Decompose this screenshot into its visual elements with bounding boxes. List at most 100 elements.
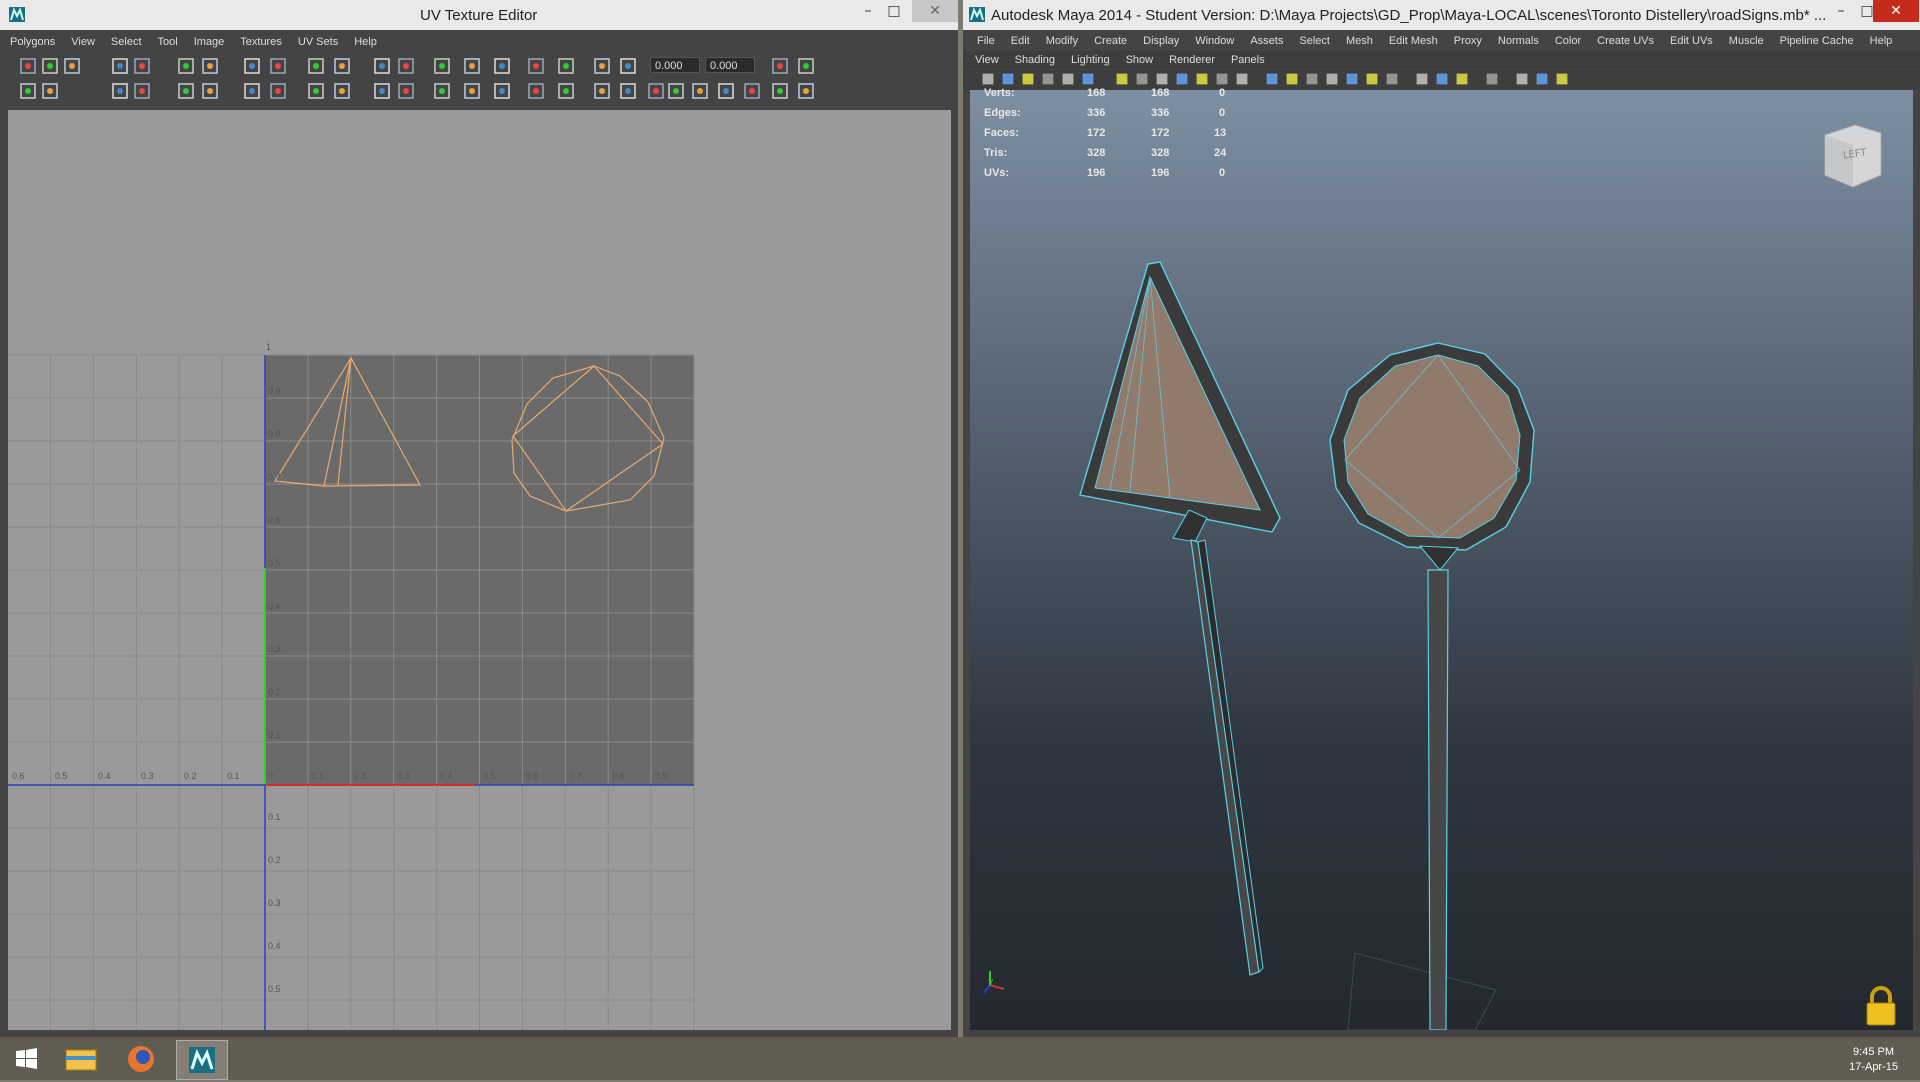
close-button[interactable]: ✕ [1873, 0, 1919, 22]
uv-tool-icon[interactable] [492, 81, 512, 101]
uv-tool-icon[interactable] [646, 81, 666, 101]
uv-tool-icon[interactable] [200, 56, 220, 76]
panel-tool-icon[interactable] [1059, 70, 1077, 88]
panel-tool-icon[interactable] [1553, 70, 1571, 88]
menu-help[interactable]: Help [1862, 32, 1901, 50]
uv-tool-icon[interactable] [242, 81, 262, 101]
panel-tool-icon[interactable] [1433, 70, 1451, 88]
uv-tool-icon[interactable] [462, 56, 482, 76]
uv-tool-icon[interactable] [110, 56, 130, 76]
panel-menu-show[interactable]: Show [1118, 51, 1162, 69]
uv-tool-icon[interactable] [556, 81, 576, 101]
panel-tool-icon[interactable] [1019, 70, 1037, 88]
panel-tool-icon[interactable] [1113, 70, 1131, 88]
menu-image[interactable]: Image [186, 33, 233, 51]
panel-tool-icon[interactable] [1383, 70, 1401, 88]
uv-tool-icon[interactable] [526, 56, 546, 76]
menu-polygons[interactable]: Polygons [0, 33, 63, 51]
menu-pipeline-cache[interactable]: Pipeline Cache [1772, 32, 1862, 50]
close-button[interactable]: ✕ [912, 0, 958, 22]
menu-tool[interactable]: Tool [150, 33, 186, 51]
menu-view[interactable]: View [63, 33, 103, 51]
panel-tool-icon[interactable] [1173, 70, 1191, 88]
panel-tool-icon[interactable] [1263, 70, 1281, 88]
menu-select[interactable]: Select [103, 33, 150, 51]
panel-tool-icon[interactable] [1193, 70, 1211, 88]
panel-tool-icon[interactable] [1133, 70, 1151, 88]
panel-tool-icon[interactable] [1323, 70, 1341, 88]
uv-tool-icon[interactable] [176, 81, 196, 101]
uv-tool-icon[interactable] [268, 81, 288, 101]
uv-tool-icon[interactable] [492, 56, 512, 76]
uv-tool-icon[interactable] [132, 81, 152, 101]
maya-taskbar-button[interactable] [176, 1040, 228, 1080]
uv-tool-icon[interactable] [592, 81, 612, 101]
panel-tool-icon[interactable] [1363, 70, 1381, 88]
panel-tool-icon[interactable] [1283, 70, 1301, 88]
uv-tool-icon[interactable] [40, 81, 60, 101]
uv-tool-icon[interactable] [306, 81, 326, 101]
panel-tool-icon[interactable] [1153, 70, 1171, 88]
file-explorer-icon[interactable] [56, 1040, 106, 1078]
uv-tool-icon[interactable] [796, 81, 816, 101]
menu-display[interactable]: Display [1135, 32, 1187, 50]
panel-tool-icon[interactable] [1413, 70, 1431, 88]
menu-normals[interactable]: Normals [1490, 32, 1547, 50]
menu-window[interactable]: Window [1187, 32, 1242, 50]
uv-tool-icon[interactable] [268, 56, 288, 76]
menu-create[interactable]: Create [1086, 32, 1135, 50]
uv-tool-icon[interactable] [372, 81, 392, 101]
uv-tool-icon[interactable] [432, 56, 452, 76]
uv-tool-icon[interactable] [40, 56, 60, 76]
uv-tool-icon[interactable] [242, 56, 262, 76]
panel-tool-icon[interactable] [1039, 70, 1057, 88]
maximize-button[interactable]: □ [878, 0, 910, 22]
u-coordinate-field[interactable]: 0.000 [650, 57, 700, 73]
menu-mesh[interactable]: Mesh [1338, 32, 1381, 50]
uv-tool-icon[interactable] [62, 56, 82, 76]
menu-uv-sets[interactable]: UV Sets [290, 33, 346, 51]
uv-tool-icon[interactable] [432, 81, 452, 101]
menu-textures[interactable]: Textures [232, 33, 290, 51]
uv-tool-icon[interactable] [18, 81, 38, 101]
uv-editor-titlebar[interactable]: UV Texture Editor – □ ✕ [0, 0, 958, 30]
perspective-viewport[interactable]: LEFT y Verts: 168 168 0 Edges: 336 336 0 Faces… [970, 87, 1913, 1030]
uv-tool-icon[interactable] [462, 81, 482, 101]
menu-modify[interactable]: Modify [1038, 32, 1086, 50]
uv-tool-icon[interactable] [396, 81, 416, 101]
menu-create-uvs[interactable]: Create UVs [1589, 32, 1662, 50]
v-coordinate-field[interactable]: 0.000 [705, 57, 755, 73]
uv-tool-icon[interactable] [666, 81, 686, 101]
panel-tool-icon[interactable] [1303, 70, 1321, 88]
uv-tool-icon[interactable] [592, 56, 612, 76]
system-clock[interactable]: 9:45 PM 17-Apr-15 [1849, 1045, 1898, 1075]
uv-tool-icon[interactable] [18, 56, 38, 76]
panel-tool-icon[interactable] [979, 70, 997, 88]
uv-tool-icon[interactable] [132, 56, 152, 76]
uv-tool-icon[interactable] [200, 81, 220, 101]
menu-color[interactable]: Color [1547, 32, 1589, 50]
windows-start-icon[interactable] [2, 1040, 52, 1078]
panel-tool-icon[interactable] [1483, 70, 1501, 88]
uv-tool-icon[interactable] [796, 56, 816, 76]
uv-tool-icon[interactable] [396, 56, 416, 76]
panel-tool-icon[interactable] [1079, 70, 1097, 88]
menu-file[interactable]: File [963, 32, 1003, 50]
uv-tool-icon[interactable] [556, 56, 576, 76]
uv-tool-icon[interactable] [690, 81, 710, 101]
uv-viewport[interactable]: 1 0.9 0.8 0.7 0.6 0.5 0.4 0.3 0.2 0.1 0.6 0.5 0.4 0.3… [8, 110, 951, 1030]
panel-tool-icon[interactable] [1533, 70, 1551, 88]
menu-edit[interactable]: Edit [1003, 32, 1038, 50]
uv-tool-icon[interactable] [526, 81, 546, 101]
menu-select[interactable]: Select [1291, 32, 1338, 50]
panel-tool-icon[interactable] [999, 70, 1017, 88]
uv-tool-icon[interactable] [770, 56, 790, 76]
uv-tool-icon[interactable] [372, 56, 392, 76]
menu-edit-uvs[interactable]: Edit UVs [1662, 32, 1721, 50]
uv-tool-icon[interactable] [110, 81, 130, 101]
uv-tool-icon[interactable] [176, 56, 196, 76]
panel-menu-shading[interactable]: Shading [1007, 51, 1063, 69]
menu-help[interactable]: Help [346, 33, 385, 51]
uv-tool-icon[interactable] [618, 81, 638, 101]
uv-tool-icon[interactable] [770, 81, 790, 101]
